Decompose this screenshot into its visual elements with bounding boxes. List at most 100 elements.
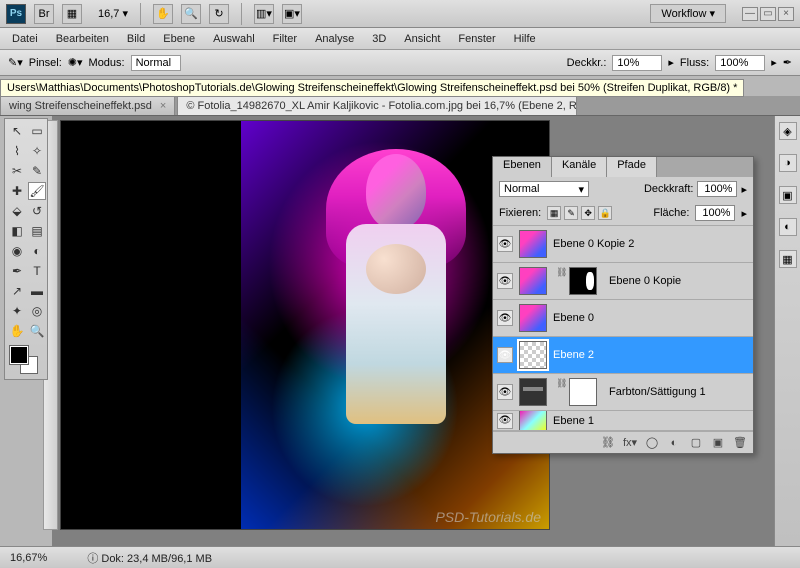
menu-auswahl[interactable]: Auswahl [213,33,255,45]
lasso-tool[interactable]: ⌇ [8,142,26,160]
layer-row[interactable]: 👁 ⛓ Ebene 0 Kopie [493,263,753,300]
zoom-tool-icon[interactable]: 🔍 [181,4,201,24]
menu-ansicht[interactable]: Ansicht [404,33,440,45]
foreground-color-swatch[interactable] [10,346,28,364]
document-tab[interactable]: © Fotolia_14982670_XL Amir Kaljikovic - … [177,96,577,115]
menu-ebene[interactable]: Ebene [163,33,195,45]
lock-transparency-icon[interactable]: ▦ [547,206,561,220]
status-zoom[interactable]: 16,67% [10,552,47,564]
wand-tool[interactable]: ✧ [28,142,46,160]
flow-field[interactable]: 100% [715,55,765,71]
brush-tool[interactable]: 🖌 [28,182,46,200]
layer-mask-icon[interactable]: ◯ [645,436,659,450]
layer-name[interactable]: Ebene 2 [553,349,749,361]
minimize-button[interactable]: — [742,7,758,21]
bridge-icon[interactable]: Br [34,4,54,24]
link-layers-icon[interactable]: ⛓ [601,436,615,450]
3d-tool[interactable]: ✦ [8,302,26,320]
zoom-combo[interactable]: 16,7 ▾ [98,7,128,20]
new-layer-icon[interactable]: ▣ [711,436,725,450]
adjustment-layer-icon[interactable]: ◐ [667,436,681,450]
mask-thumbnail[interactable] [569,378,597,406]
menu-bearbeiten[interactable]: Bearbeiten [56,33,109,45]
adjustments-panel-icon[interactable]: ◑ [779,154,797,172]
layer-thumbnail[interactable] [519,341,547,369]
panel-tab-pfade[interactable]: Pfade [607,157,657,177]
close-button[interactable]: × [778,7,794,21]
document-tab[interactable]: wing Streifenscheineffekt.psd × [0,96,175,115]
hand-tool[interactable]: ✋ [8,322,26,340]
blend-mode-field[interactable]: Normal [131,55,181,71]
adjustment-thumbnail[interactable] [519,378,547,406]
3d-camera-tool[interactable]: ◎ [28,302,46,320]
styles-panel-icon[interactable]: ◐ [779,218,797,236]
tab-close-icon[interactable]: × [160,100,166,112]
menu-bild[interactable]: Bild [127,33,145,45]
path-select-tool[interactable]: ↗ [8,282,26,300]
menu-filter[interactable]: Filter [273,33,297,45]
canvas-area[interactable]: PSD-Tutorials.de [60,120,550,530]
gradient-tool[interactable]: ▤ [28,222,46,240]
maximize-button[interactable]: ▭ [760,7,776,21]
group-icon[interactable]: ▢ [689,436,703,450]
delete-layer-icon[interactable]: 🗑 [733,436,747,450]
move-tool[interactable]: ↖ [8,122,26,140]
visibility-icon[interactable]: 👁 [497,236,513,252]
zoom-tool[interactable]: 🔍 [28,322,46,340]
lock-position-icon[interactable]: ✥ [581,206,595,220]
panel-tab-ebenen[interactable]: Ebenen [493,157,552,177]
arrange-icon[interactable]: ▥▾ [254,4,274,24]
chevron-icon[interactable]: ▸ [741,183,747,196]
blur-tool[interactable]: ◉ [8,242,26,260]
type-tool[interactable]: T [28,262,46,280]
menu-analyse[interactable]: Analyse [315,33,354,45]
workspace-selector[interactable]: Workflow ▾ [650,4,726,23]
lock-all-icon[interactable]: 🔒 [598,206,612,220]
panel-tab-kanaele[interactable]: Kanäle [552,157,607,177]
layer-name[interactable]: Ebene 0 [553,312,749,324]
layer-row[interactable]: 👁 Ebene 2 [493,337,753,374]
layer-name[interactable]: Ebene 1 [553,415,749,427]
visibility-icon[interactable]: 👁 [497,413,513,429]
eraser-tool[interactable]: ◧ [8,222,26,240]
menu-hilfe[interactable]: Hilfe [514,33,536,45]
hand-tool-icon[interactable]: ✋ [153,4,173,24]
fill-input[interactable]: 100% [695,205,735,221]
menu-datei[interactable]: Datei [12,33,38,45]
stamp-tool[interactable]: ⬙ [8,202,26,220]
dodge-tool[interactable]: ◐ [28,242,46,260]
layer-row[interactable]: 👁 Ebene 1 [493,411,753,431]
layer-row[interactable]: 👁 ⛓ Farbton/Sättigung 1 [493,374,753,411]
film-icon[interactable]: ▦ [62,4,82,24]
layer-thumbnail[interactable] [519,411,547,431]
visibility-icon[interactable]: 👁 [497,347,513,363]
layer-thumbnail[interactable] [519,267,547,295]
chevron-icon[interactable]: ▸ [741,207,747,220]
opacity-input[interactable]: 100% [697,181,737,197]
layer-style-icon[interactable]: fx▾ [623,436,637,450]
menu-3d[interactable]: 3D [372,33,386,45]
swatches-panel-icon[interactable]: ▦ [779,250,797,268]
brush-preset-icon[interactable]: ✎▾ [8,56,23,69]
status-doc-size[interactable]: ⓘ Dok: 23,4 MB/96,1 MB [87,550,212,566]
layer-name[interactable]: Farbton/Sättigung 1 [609,386,749,398]
layer-row[interactable]: 👁 Ebene 0 [493,300,753,337]
blend-mode-select[interactable]: Normal▾ [499,181,589,197]
layer-row[interactable]: 👁 Ebene 0 Kopie 2 [493,226,753,263]
history-brush-tool[interactable]: ↺ [28,202,46,220]
layer-thumbnail[interactable] [519,304,547,332]
layer-name[interactable]: Ebene 0 Kopie 2 [553,238,749,250]
shape-tool[interactable]: ▬ [28,282,46,300]
menu-fenster[interactable]: Fenster [458,33,495,45]
airbrush-icon[interactable]: ✒ [783,56,792,69]
visibility-icon[interactable]: 👁 [497,273,513,289]
layer-name[interactable]: Ebene 0 Kopie [609,275,749,287]
pen-tool[interactable]: ✒ [8,262,26,280]
heal-tool[interactable]: ✚ [8,182,26,200]
masks-panel-icon[interactable]: ▣ [779,186,797,204]
layers-panel-icon[interactable]: ◈ [779,122,797,140]
visibility-icon[interactable]: 👁 [497,384,513,400]
marquee-tool[interactable]: ▭ [28,122,46,140]
mask-thumbnail[interactable] [569,267,597,295]
lock-paint-icon[interactable]: ✎ [564,206,578,220]
